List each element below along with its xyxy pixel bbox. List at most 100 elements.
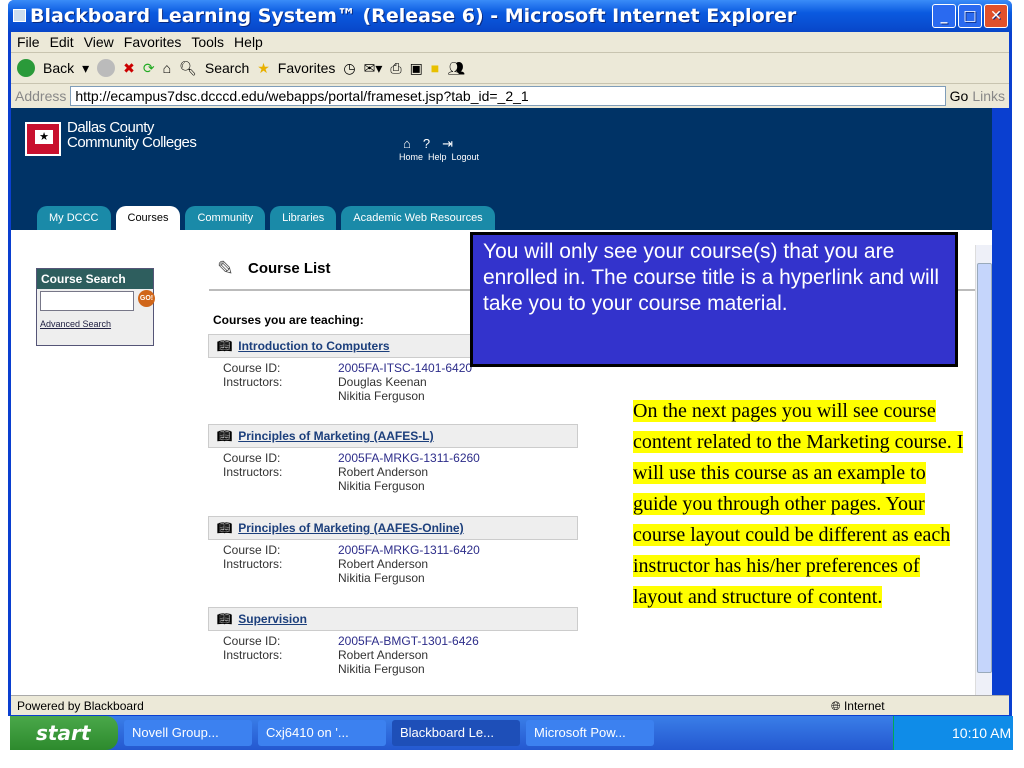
site-header: Dallas CountyCommunity Colleges ⌂? ⇥ Home… <box>11 108 992 230</box>
home-icon[interactable]: ⌂ <box>163 60 171 76</box>
minimize-button[interactable]: _ <box>932 4 956 28</box>
search-button[interactable]: Search <box>205 60 249 76</box>
instructors-label: Instructors: <box>223 557 283 571</box>
task-blackboard[interactable]: Blackboard Le... <box>392 720 520 746</box>
search-icon: 🔍︎ <box>179 59 197 76</box>
favorites-button[interactable]: Favorites <box>278 60 336 76</box>
tab-my-dccc[interactable]: My DCCC <box>37 206 111 230</box>
back-dropdown-icon[interactable]: ▾ <box>82 60 89 77</box>
task-novell[interactable]: Novell Group... <box>124 720 252 746</box>
book-icon: 📖︎ <box>217 339 233 353</box>
logout-nav-icon[interactable]: ⇥ <box>442 136 453 152</box>
toolbar: Back ▾ ✖ ⟳ ⌂ 🔍︎ Search ★ Favorites ◷ ✉▾ ⎙ ▣… <box>11 53 1009 84</box>
menu-favorites[interactable]: Favorites <box>124 34 182 50</box>
course-id: 2005FA-BMGT-1301-6426 <box>338 634 479 648</box>
maximize-button[interactable]: □ <box>958 4 982 28</box>
menu-help[interactable]: Help <box>234 34 263 50</box>
page-title: Course List <box>248 260 331 277</box>
notes-icon[interactable]: ■ <box>431 60 439 76</box>
internet-zone: 🌐︎ Internet <box>831 699 885 713</box>
scroll-thumb[interactable] <box>977 263 992 673</box>
close-button[interactable]: ✕ <box>984 4 1008 28</box>
menu-file[interactable]: File <box>17 34 40 50</box>
logout-link[interactable]: Logout <box>452 152 480 162</box>
help-nav-icon[interactable]: ? <box>423 136 430 152</box>
edit-icon[interactable]: ▣ <box>410 60 423 77</box>
course-search-panel: Course Search GO! Advanced Search <box>36 268 155 346</box>
tab-courses[interactable]: Courses <box>115 206 181 230</box>
refresh-icon[interactable]: ⟳ <box>143 60 155 77</box>
back-arrow-icon <box>17 59 35 77</box>
course-search-title: Course Search <box>37 269 153 289</box>
course-title-bar: 📖︎ Supervision <box>208 607 578 631</box>
course-link[interactable]: Principles of Marketing (AAFES-L) <box>238 429 433 443</box>
course-title-bar: 📖︎ Principles of Marketing (AAFES-L) <box>208 424 578 448</box>
instructor-name: Nikitia Ferguson <box>338 662 425 676</box>
window-title: Blackboard Learning System™ (Release 6) … <box>30 5 797 27</box>
back-button[interactable]: Back <box>43 60 74 76</box>
course-search-go-button[interactable]: GO! <box>138 290 155 307</box>
links-button[interactable]: Links <box>972 88 1005 104</box>
dcccd-logo <box>25 122 61 156</box>
task-powerpoint[interactable]: Microsoft Pow... <box>526 720 654 746</box>
mail-icon[interactable]: ✉▾ <box>364 60 383 77</box>
messenger-icon[interactable]: 👥︎ <box>447 60 465 77</box>
advanced-search-link[interactable]: Advanced Search <box>40 319 111 329</box>
instructors-label: Instructors: <box>223 465 283 479</box>
address-label: Address <box>15 88 67 104</box>
instructors-label: Instructors: <box>223 648 283 662</box>
system-tray: 10:10 AM <box>893 716 1013 750</box>
course-id: 2005FA-ITSC-1401-6420 <box>338 361 473 375</box>
title-bar: Blackboard Learning System™ (Release 6) … <box>8 0 1012 32</box>
instructor-name: Nikitia Ferguson <box>338 571 425 585</box>
course-search-input[interactable] <box>40 291 134 311</box>
taskbar: start Novell Group... Cxj6410 on '... Bl… <box>10 716 1013 750</box>
vertical-scrollbar[interactable] <box>975 245 992 695</box>
course-item: 📖︎ Principles of Marketing (AAFES-Online)… <box>208 516 578 585</box>
menu-view[interactable]: View <box>84 34 114 50</box>
book-icon: 📖︎ <box>217 429 233 443</box>
course-id: 2005FA-MRKG-1311-6260 <box>338 451 480 465</box>
address-input[interactable]: http://ecampus7dsc.dcccd.edu/webapps/por… <box>70 86 946 106</box>
instructor-name: Robert Anderson <box>338 648 429 662</box>
course-item: 📖︎ Supervision Course ID: 2005FA-BMGT-1301-… <box>208 607 578 676</box>
course-id-label: Course ID: <box>223 361 281 375</box>
course-link[interactable]: Principles of Marketing (AAFES-Online) <box>238 521 463 535</box>
tab-libraries[interactable]: Libraries <box>270 206 337 230</box>
history-icon[interactable]: ◷ <box>343 60 355 77</box>
course-link[interactable]: Supervision <box>238 612 307 626</box>
course-id: 2005FA-MRKG-1311-6420 <box>338 543 480 557</box>
go-button[interactable]: Go <box>950 88 969 104</box>
menu-tools[interactable]: Tools <box>191 34 224 50</box>
task-cxj6410[interactable]: Cxj6410 on '... <box>258 720 386 746</box>
instructor-name: Nikitia Ferguson <box>338 389 425 403</box>
instructor-name: Nikitia Ferguson <box>338 479 425 493</box>
yellow-callout: On the next pages you will see course co… <box>633 400 964 608</box>
favorites-star-icon: ★ <box>257 59 270 76</box>
home-link[interactable]: Home <box>399 152 423 162</box>
ie-page-icon <box>13 9 26 22</box>
status-text: Powered by Blackboard <box>17 699 144 713</box>
menu-edit[interactable]: Edit <box>50 34 74 50</box>
status-bar: Powered by Blackboard 🌐︎ Internet <box>11 695 1009 715</box>
section-heading: Courses you are teaching: <box>213 313 364 327</box>
stop-icon[interactable]: ✖ <box>123 60 135 77</box>
book-icon: 📖︎ <box>217 521 233 535</box>
home-nav-icon[interactable]: ⌂ <box>403 136 411 152</box>
book-icon: 📖︎ <box>217 612 233 626</box>
start-button[interactable]: start <box>10 716 118 750</box>
help-link[interactable]: Help <box>428 152 447 162</box>
menu-bar: File Edit View Favorites Tools Help <box>11 32 1009 53</box>
tab-academic-web-resources[interactable]: Academic Web Resources <box>341 206 495 230</box>
print-icon[interactable]: ⎙ <box>390 60 401 77</box>
instructor-name: Robert Anderson <box>338 465 429 479</box>
instructors-label: Instructors: <box>223 375 283 389</box>
course-link[interactable]: Introduction to Computers <box>238 339 389 353</box>
instructors-label <box>223 389 338 403</box>
forward-button[interactable] <box>97 59 116 77</box>
tab-community[interactable]: Community <box>185 206 266 230</box>
course-list-icon: ✎ <box>217 258 234 280</box>
course-id-label: Course ID: <box>223 634 281 648</box>
address-bar: Address http://ecampus7dsc.dcccd.edu/web… <box>11 84 1009 108</box>
course-id-label: Course ID: <box>223 543 281 557</box>
